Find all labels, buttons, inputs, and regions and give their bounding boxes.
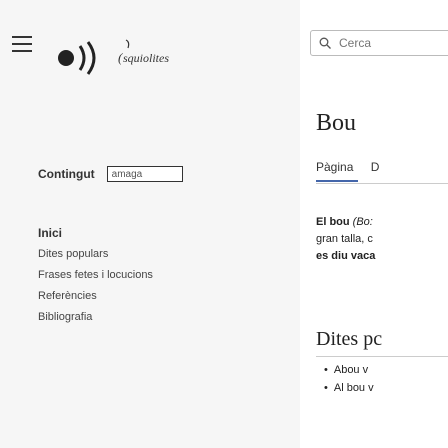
- toc-item-dites-populars[interactable]: Dites populars: [38, 248, 153, 260]
- search-box[interactable]: [310, 30, 448, 56]
- toc-item-frases-fetes[interactable]: Frases fetes i locucions: [38, 269, 153, 281]
- content-dropdown[interactable]: amaga: [106, 166, 183, 182]
- site-logo[interactable]: ( squiolites: [46, 24, 196, 84]
- tab-discussio[interactable]: D: [371, 160, 380, 174]
- content-label: Contingut: [38, 167, 95, 181]
- page-tabs: Pàgina D: [316, 160, 393, 174]
- intro-line-1: El bou (Bo:: [316, 214, 448, 231]
- intro-line-2: gran talla, c: [316, 233, 373, 245]
- search-input[interactable]: [337, 35, 448, 51]
- tabs-divider: [316, 183, 448, 184]
- logo-icon: ( squiolites: [58, 39, 169, 75]
- table-of-contents: Inici Dites populars Frases fetes i locu…: [38, 226, 153, 332]
- toc-item-bibliografia[interactable]: Bibliografia: [38, 311, 153, 323]
- intro-term: El bou: [316, 216, 350, 228]
- left-panel: ( squiolites Contingut amaga Inici Dites…: [0, 0, 300, 448]
- toc-heading-inici[interactable]: Inici: [38, 226, 153, 240]
- svg-text:squiolites: squiolites: [123, 51, 169, 65]
- list-item: Al bou v: [324, 382, 374, 394]
- dites-list: Abou v Al bou v: [324, 364, 374, 400]
- intro-paren: (Bo:: [352, 216, 373, 228]
- article-intro: El bou (Bo: gran talla, c es diu vaca: [316, 214, 448, 265]
- list-item: Abou v: [324, 364, 374, 376]
- active-tab-indicator: [316, 180, 358, 182]
- page-title: Bou: [316, 110, 357, 136]
- intro-line-3: es diu vaca: [316, 250, 376, 262]
- tab-pagina[interactable]: Pàgina: [316, 160, 353, 174]
- hamburger-menu-icon[interactable]: [12, 36, 32, 52]
- section-title-dites: Dites pc: [316, 328, 383, 350]
- search-icon: [319, 37, 331, 49]
- main-content: Bou Pàgina D El bou (Bo: gran talla, c e…: [300, 0, 448, 448]
- section-divider: [316, 356, 448, 357]
- toc-item-referencies[interactable]: Referències: [38, 290, 153, 302]
- content-selector: Contingut amaga: [38, 166, 183, 182]
